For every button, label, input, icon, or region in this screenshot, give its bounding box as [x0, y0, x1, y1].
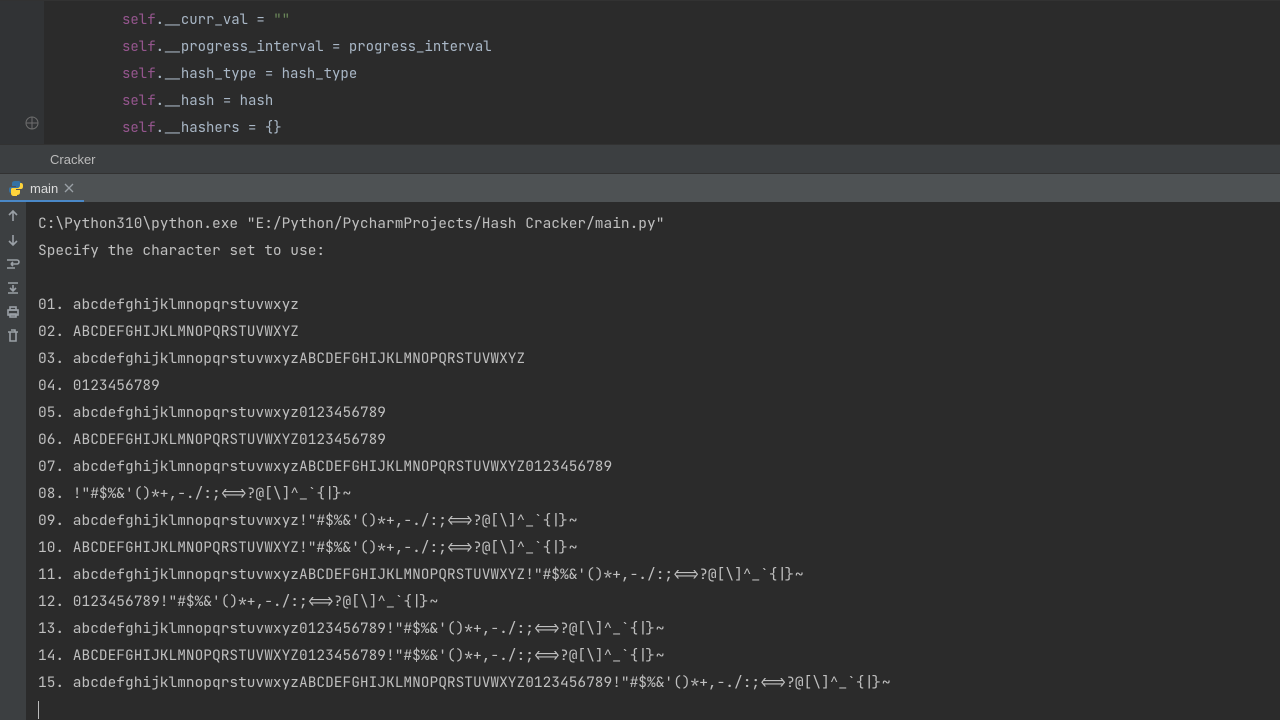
input-caret	[38, 701, 39, 719]
close-icon[interactable]	[64, 183, 74, 193]
run-tab-strip: main	[0, 174, 1280, 202]
run-tab-main[interactable]: main	[0, 176, 84, 202]
python-file-icon	[8, 180, 24, 196]
code-line[interactable]: self.__curr_val = ""	[0, 7, 1280, 34]
fold-icon[interactable]	[25, 116, 39, 130]
breadcrumb[interactable]: Cracker	[0, 144, 1280, 174]
code-line[interactable]: self.__hash = hash	[0, 88, 1280, 115]
scroll-to-end-icon[interactable]	[5, 280, 21, 296]
editor-gutter	[0, 1, 44, 144]
console-output[interactable]: C:\Python310\python.exe "E:/Python/Pycha…	[26, 202, 1280, 720]
code-line[interactable]: self.__hashers = {}	[0, 115, 1280, 142]
console-toolbar	[0, 202, 26, 720]
code-line[interactable]: self.__hash_type = hash_type	[0, 61, 1280, 88]
code-line[interactable]: self.__progress_interval = progress_inte…	[0, 34, 1280, 61]
scroll-down-icon[interactable]	[5, 232, 21, 248]
soft-wrap-icon[interactable]	[5, 256, 21, 272]
run-tool-window: C:\Python310\python.exe "E:/Python/Pycha…	[0, 202, 1280, 720]
breadcrumb-item[interactable]: Cracker	[50, 152, 96, 167]
scroll-up-icon[interactable]	[5, 208, 21, 224]
trash-icon[interactable]	[5, 328, 21, 344]
run-tab-label: main	[30, 181, 58, 196]
code-editor[interactable]: self.__curr_val = ""self.__progress_inte…	[0, 0, 1280, 144]
print-icon[interactable]	[5, 304, 21, 320]
